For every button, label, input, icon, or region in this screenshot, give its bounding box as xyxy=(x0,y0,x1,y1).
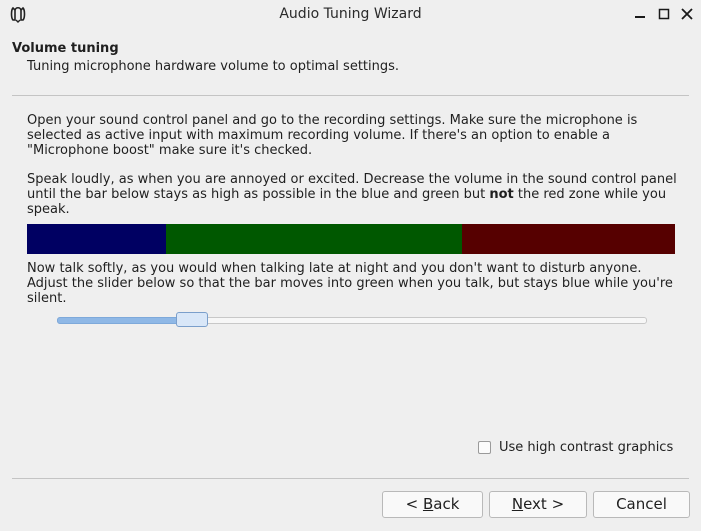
header-divider xyxy=(12,95,689,96)
high-contrast-label: Use high contrast graphics xyxy=(499,440,674,455)
level-zone-blue xyxy=(27,224,166,254)
silence-slider-fill xyxy=(57,317,183,324)
window-title: Audio Tuning Wizard xyxy=(279,6,422,22)
back-button-rest: ack xyxy=(433,495,460,513)
footer-divider xyxy=(12,478,689,479)
next-button-rest: ext > xyxy=(523,495,565,513)
next-button-mnemonic: N xyxy=(511,495,524,513)
back-button-mnemonic: B xyxy=(422,495,434,513)
next-button[interactable]: Next > xyxy=(489,491,587,518)
high-contrast-option[interactable]: Use high contrast graphics xyxy=(478,440,673,455)
minimize-icon[interactable] xyxy=(631,5,649,23)
title-bar: Audio Tuning Wizard xyxy=(0,0,701,29)
level-zone-red xyxy=(462,224,675,254)
volume-level-bar xyxy=(27,224,675,254)
page-subtitle: Tuning microphone hardware volume to opt… xyxy=(27,59,400,74)
level-zone-green xyxy=(166,224,462,254)
instruction-emphasis: not xyxy=(489,187,514,202)
back-button[interactable]: < Back xyxy=(382,491,483,518)
page-title: Volume tuning xyxy=(12,41,119,56)
instruction-sound-panel: Open your sound control panel and go to … xyxy=(27,113,638,158)
instruction-talk-softly: Now talk softly, as you would when talki… xyxy=(27,261,673,306)
maximize-icon[interactable] xyxy=(655,5,673,23)
silence-slider-handle[interactable] xyxy=(176,312,208,327)
close-icon[interactable] xyxy=(678,5,696,23)
cancel-button[interactable]: Cancel xyxy=(593,491,690,518)
instruction-speak-loudly: Speak loudly, as when you are annoyed or… xyxy=(27,172,679,217)
back-button-prefix: < xyxy=(405,495,423,513)
high-contrast-checkbox[interactable] xyxy=(478,441,491,454)
